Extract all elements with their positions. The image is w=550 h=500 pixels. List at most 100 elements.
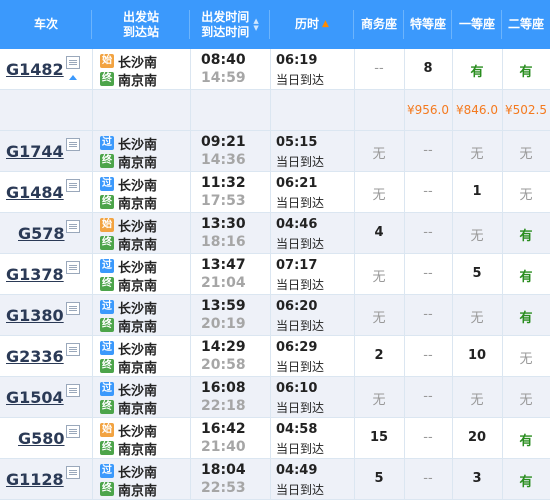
- arrival-time: 22:53: [201, 480, 246, 496]
- train-row[interactable]: G1128 过长沙南终南京南 18:04 22:53 04:49 当日到达 5 -- 3 有: [0, 459, 550, 500]
- seat-business[interactable]: 4: [354, 225, 404, 240]
- seat-premium[interactable]: 8: [404, 61, 452, 76]
- train-row[interactable]: G2336 过长沙南终南京南 14:29 20:58 06:29 当日到达 2 -- 10 无: [0, 336, 550, 377]
- header-premium: 特等座: [404, 0, 452, 49]
- train-detail-icon[interactable]: [66, 138, 80, 151]
- train-detail-icon[interactable]: [66, 466, 80, 479]
- column-divider: [190, 49, 191, 89]
- train-detail-icon[interactable]: [66, 302, 80, 315]
- arrival-time: 21:04: [201, 275, 246, 291]
- train-detail-icon[interactable]: [66, 425, 80, 438]
- seat-second[interactable]: 有: [502, 307, 550, 326]
- column-divider: [270, 172, 271, 212]
- column-divider: [92, 336, 93, 376]
- column-divider: [190, 418, 191, 458]
- arrival-type-badge: 终: [100, 359, 114, 373]
- train-number-link[interactable]: G1378: [6, 265, 64, 284]
- column-divider: [190, 336, 191, 376]
- train-row[interactable]: G578 始长沙南终南京南 13:30 18:16 04:46 当日到达 4 -- 无 有: [0, 213, 550, 254]
- departure-station: 长沙南: [118, 138, 158, 153]
- expand-arrow-icon[interactable]: [69, 75, 77, 80]
- header-train[interactable]: 车次: [0, 0, 92, 49]
- train-row[interactable]: G1380 过长沙南终南京南 13:59 20:19 06:20 当日到达 无 -- 无 有: [0, 295, 550, 336]
- arrival-note: 当日到达: [276, 155, 325, 169]
- train-number-link[interactable]: G1128: [6, 470, 64, 489]
- departure-time: 09:21: [201, 134, 246, 150]
- departure-station: 长沙南: [118, 261, 158, 276]
- seat-second: 无: [519, 352, 533, 367]
- train-number-link[interactable]: G1744: [6, 142, 64, 161]
- train-number-link[interactable]: G1504: [6, 388, 64, 407]
- train-row[interactable]: G1744 过长沙南终南京南 09:21 14:36 05:15 当日到达 无 -- 无 无: [0, 131, 550, 172]
- seat-first[interactable]: 3: [452, 471, 502, 486]
- price-second: ¥502.5: [505, 103, 547, 117]
- arrival-note: 当日到达: [276, 278, 325, 292]
- train-number-link[interactable]: G580: [18, 429, 65, 448]
- train-detail-icon[interactable]: [66, 179, 80, 192]
- seat-business: 无: [372, 188, 386, 203]
- duration: 07:17: [276, 258, 318, 273]
- seat-second: 无: [519, 188, 533, 203]
- seat-premium: --: [423, 266, 433, 281]
- departure-station: 长沙南: [118, 384, 158, 399]
- departure-station: 长沙南: [118, 343, 158, 358]
- train-number-link[interactable]: G1484: [6, 183, 64, 202]
- seat-first[interactable]: 10: [452, 348, 502, 363]
- train-number-link[interactable]: G1380: [6, 306, 64, 325]
- seat-second: 无: [519, 393, 533, 408]
- arrival-type-badge: 终: [100, 441, 114, 455]
- seat-second[interactable]: 有: [502, 266, 550, 285]
- arrival-station: 南京南: [118, 156, 158, 171]
- train-detail-icon[interactable]: [66, 384, 80, 397]
- seat-premium: --: [423, 389, 433, 404]
- arrival-type-badge: 终: [100, 72, 114, 86]
- arrival-time: 18:16: [201, 234, 246, 250]
- train-row[interactable]: G1378 过长沙南终南京南 13:47 21:04 07:17 当日到达 无 -- 5 有: [0, 254, 550, 295]
- seat-business: 无: [372, 393, 386, 408]
- train-row[interactable]: G580 始长沙南终南京南 16:42 21:40 04:58 当日到达 15 -- 20 有: [0, 418, 550, 459]
- header-duration[interactable]: 历时 ▲: [270, 0, 354, 49]
- departure-time: 08:40: [201, 52, 246, 68]
- seat-second[interactable]: 有: [502, 471, 550, 490]
- train-detail-icon[interactable]: [66, 343, 80, 356]
- train-number-link[interactable]: G1482: [6, 60, 64, 79]
- train-row[interactable]: G1504 过长沙南终南京南 16:08 22:18 06:10 当日到达 无 -- 无 无: [0, 377, 550, 418]
- seat-second[interactable]: 有: [502, 225, 550, 244]
- train-row[interactable]: G1484 过长沙南终南京南 11:32 17:53 06:21 当日到达 无 -- 1 无: [0, 172, 550, 213]
- seat-business[interactable]: 2: [354, 348, 404, 363]
- header-station[interactable]: 出发站 到达站: [92, 0, 190, 49]
- departure-type-badge: 始: [100, 423, 114, 437]
- seat-second[interactable]: 有: [502, 61, 550, 80]
- duration: 06:10: [276, 381, 318, 396]
- train-detail-icon[interactable]: [66, 261, 80, 274]
- column-divider: [190, 90, 191, 130]
- departure-type-badge: 过: [100, 136, 114, 150]
- seat-first[interactable]: 20: [452, 430, 502, 445]
- departure-time: 13:47: [201, 257, 246, 273]
- seat-first[interactable]: 1: [452, 184, 502, 199]
- header-time[interactable]: 出发时间 到达时间 ▲ ▼: [190, 0, 270, 49]
- arrival-time: 22:18: [201, 398, 246, 414]
- column-divider: [270, 459, 271, 499]
- departure-station: 长沙南: [118, 56, 158, 71]
- seat-business[interactable]: 15: [354, 430, 404, 445]
- train-detail-icon[interactable]: [66, 220, 80, 233]
- departure-type-badge: 始: [100, 218, 114, 232]
- column-divider: [92, 295, 93, 335]
- departure-station: 长沙南: [118, 302, 158, 317]
- departure-type-badge: 始: [100, 54, 114, 68]
- train-number-link[interactable]: G2336: [6, 347, 64, 366]
- seat-business: --: [374, 61, 384, 76]
- departure-type-badge: 过: [100, 259, 114, 273]
- train-number-link[interactable]: G578: [18, 224, 65, 243]
- seat-first: 无: [470, 229, 484, 244]
- duration: 04:46: [276, 217, 318, 232]
- seat-second[interactable]: 有: [502, 430, 550, 449]
- seat-first[interactable]: 有: [452, 61, 502, 80]
- seat-business[interactable]: 5: [354, 471, 404, 486]
- train-detail-icon[interactable]: [66, 56, 80, 69]
- arrival-type-badge: 终: [100, 154, 114, 168]
- train-row[interactable]: G1482 始长沙南终南京南 08:40 14:59 06:19 当日到达 -- 8 有有: [0, 49, 550, 90]
- seat-first[interactable]: 5: [452, 266, 502, 281]
- departure-time: 13:59: [201, 298, 246, 314]
